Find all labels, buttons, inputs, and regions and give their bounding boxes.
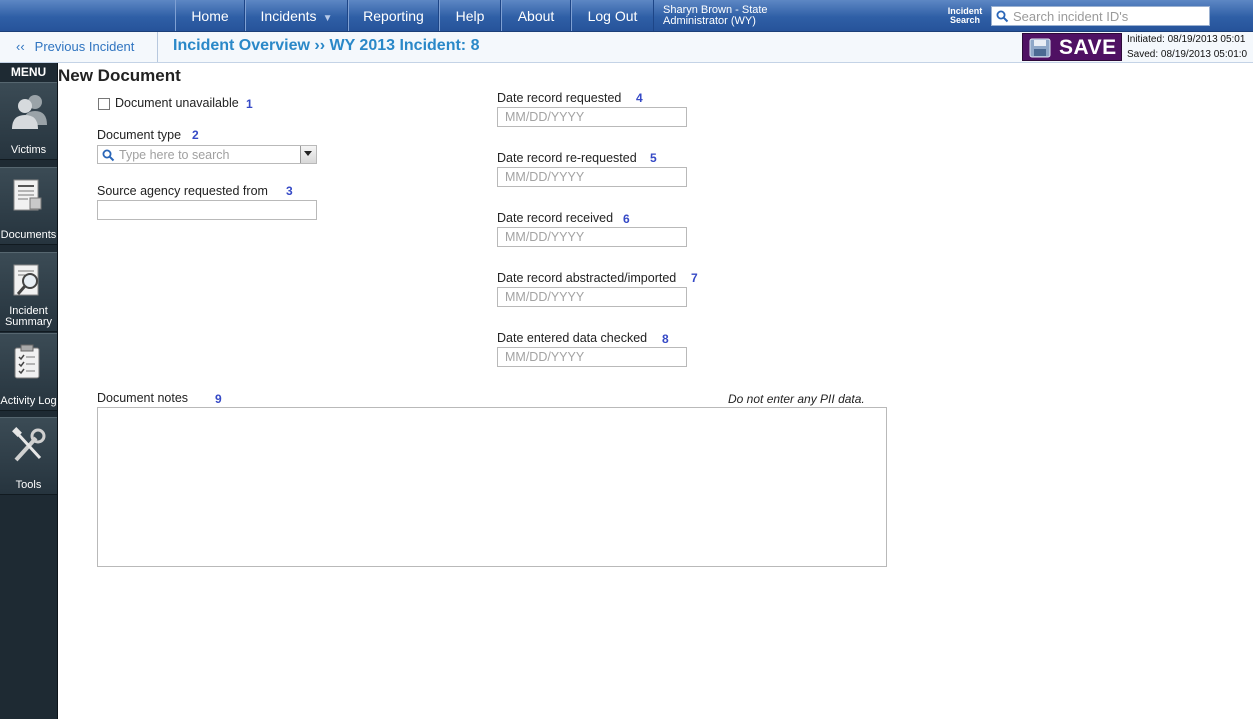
nav-about-label: About bbox=[517, 8, 555, 24]
nav-help[interactable]: Help bbox=[439, 0, 501, 31]
activity-log-icon bbox=[14, 344, 40, 379]
floppy-disk-icon bbox=[1029, 38, 1051, 58]
document-notes-textarea[interactable] bbox=[97, 407, 887, 567]
search-icon bbox=[996, 10, 1009, 23]
field-number: 8 bbox=[662, 332, 669, 346]
sidebar-item-victims[interactable]: Victims bbox=[0, 82, 57, 160]
incident-search-box[interactable] bbox=[991, 6, 1210, 26]
nav-incidents[interactable]: Incidents ▼ bbox=[245, 0, 348, 31]
field-number: 7 bbox=[691, 271, 698, 285]
date-received-label: Date record received bbox=[497, 211, 614, 225]
sidebar-menu: MENU Victims Documents Incident Summary … bbox=[0, 63, 58, 719]
nav-reporting-label: Reporting bbox=[363, 8, 424, 24]
incident-header-bar: ‹‹ Previous Incident Incident Overview ››… bbox=[0, 32, 1253, 63]
chevron-down-icon: ▼ bbox=[322, 13, 333, 24]
sidebar-item-victims-label: Victims bbox=[10, 144, 47, 156]
saved-timestamp: Saved: 08/19/2013 05:01:0 bbox=[1127, 49, 1248, 60]
field-number: 6 bbox=[623, 212, 630, 226]
nav-about[interactable]: About bbox=[501, 0, 571, 31]
top-nav-bar: Home Incidents ▼ Reporting Help About Log… bbox=[0, 0, 1253, 32]
nav-home-label: Home bbox=[191, 8, 229, 24]
page-title: New Document bbox=[58, 66, 181, 85]
date-abstracted-input[interactable] bbox=[497, 287, 687, 307]
save-label: SAVE bbox=[1059, 36, 1117, 59]
document-type-select[interactable]: Type here to search bbox=[97, 145, 317, 164]
field-number: 5 bbox=[650, 151, 657, 165]
date-rerequested-label: Date record re-requested bbox=[497, 151, 637, 165]
sidebar-item-documents[interactable]: Documents bbox=[0, 167, 57, 245]
document-unavailable-label: Document unavailable bbox=[115, 96, 239, 110]
sidebar-item-tools-label: Tools bbox=[15, 479, 42, 491]
document-type-label: Document type bbox=[97, 128, 182, 142]
documents-icon bbox=[13, 179, 42, 211]
user-name: Sharyn Brown - State Administrator (WY) bbox=[663, 5, 768, 27]
incident-summary-label-line2: Summary bbox=[4, 316, 53, 328]
previous-incident-label: Previous Incident bbox=[34, 39, 135, 54]
menu-label: MENU bbox=[10, 65, 47, 79]
pii-warning: Do not enter any PII data. bbox=[728, 392, 865, 406]
nav-help-label: Help bbox=[455, 8, 485, 24]
sidebar-item-activity-log[interactable]: Activity Log bbox=[0, 333, 57, 411]
nav-incidents-label: Incidents bbox=[260, 8, 317, 24]
search-label-line2: Search bbox=[949, 15, 981, 25]
source-agency-label: Source agency requested from bbox=[97, 184, 268, 198]
date-checked-input[interactable] bbox=[497, 347, 687, 367]
previous-incident-link[interactable]: ‹‹ Previous Incident bbox=[16, 39, 134, 54]
field-number: 2 bbox=[192, 128, 199, 142]
date-requested-label: Date record requested bbox=[497, 91, 622, 105]
date-received-input[interactable] bbox=[497, 227, 687, 247]
document-notes-label: Document notes bbox=[97, 391, 189, 405]
double-chevron-left-icon: ‹‹ bbox=[16, 39, 25, 54]
incident-search-label: Incident Search bbox=[940, 7, 990, 25]
sidebar-item-activity-log-label: Activity Log bbox=[0, 395, 57, 407]
nav-home[interactable]: Home bbox=[175, 0, 245, 31]
sidebar-item-incident-summary[interactable]: Incident Summary bbox=[0, 252, 57, 332]
nav-logout[interactable]: Log Out bbox=[571, 0, 654, 31]
document-unavailable-checkbox[interactable] bbox=[98, 98, 110, 110]
breadcrumb: Incident Overview ›› WY 2013 Incident: 8 bbox=[173, 37, 480, 54]
field-number: 4 bbox=[636, 91, 643, 105]
document-type-placeholder: Type here to search bbox=[119, 148, 230, 162]
sidebar-item-incident-summary-label: Incident Summary bbox=[0, 306, 57, 328]
field-number: 3 bbox=[286, 184, 293, 198]
sidebar-item-documents-label: Documents bbox=[0, 229, 57, 241]
incident-summary-icon bbox=[13, 264, 39, 296]
date-rerequested-input[interactable] bbox=[497, 167, 687, 187]
source-agency-input[interactable] bbox=[97, 200, 317, 220]
date-requested-input[interactable] bbox=[497, 107, 687, 127]
initiated-timestamp: Initiated: 08/19/2013 05:01 bbox=[1127, 34, 1246, 45]
field-number: 1 bbox=[246, 97, 253, 111]
incident-search-input[interactable] bbox=[1013, 8, 1203, 24]
nav-reporting[interactable]: Reporting bbox=[348, 0, 439, 31]
date-abstracted-label: Date record abstracted/imported bbox=[497, 271, 677, 285]
nav-logout-label: Log Out bbox=[587, 8, 638, 24]
user-name-line2: Administrator (WY) bbox=[663, 15, 756, 27]
sidebar-item-tools[interactable]: Tools bbox=[0, 417, 57, 495]
date-checked-label: Date entered data checked bbox=[497, 331, 648, 345]
dropdown-arrow-icon[interactable] bbox=[300, 146, 316, 163]
divider bbox=[157, 32, 158, 62]
save-button[interactable]: SAVE bbox=[1022, 33, 1122, 61]
tools-icon bbox=[12, 427, 46, 462]
victims-icon bbox=[12, 95, 47, 129]
search-icon bbox=[102, 149, 115, 162]
field-number: 9 bbox=[215, 392, 222, 406]
